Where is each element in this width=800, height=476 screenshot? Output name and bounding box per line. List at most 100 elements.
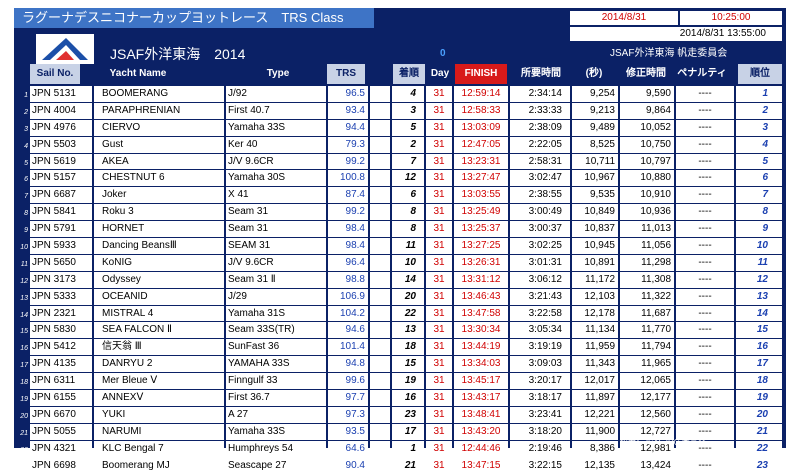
cell-yacht-name: NARUMI: [94, 423, 224, 440]
table-row: 6 JPN 5157 CHESTNUT 6 Yamaha 30S 100.8 12 31 13…: [24, 170, 782, 187]
cell-type: Seam 31: [226, 204, 326, 221]
row-number: 22: [20, 446, 28, 454]
cell-type: Yamaha 31S: [226, 305, 326, 322]
cell-seconds: 10,967: [572, 170, 618, 187]
cell-finish: 13:25:37: [454, 221, 508, 238]
cell-spacer: [370, 170, 390, 187]
cell-arrival-order: 20: [392, 288, 424, 305]
row-number: 18: [20, 379, 28, 387]
cell-type: Seam 33S(TR): [226, 322, 326, 339]
table-row: 19 JPN 6155 ANNEXⅤ First 36.7 97.7 16 31 13:43:…: [20, 390, 782, 406]
cell-finish: 13:46:43: [454, 288, 508, 305]
cell-trs: 79.3: [328, 136, 368, 153]
cell-elapsed: 3:18:20: [510, 423, 570, 440]
cell-day: 31: [426, 86, 452, 102]
cell-seconds: 12,103: [572, 288, 618, 305]
column-sail-no: Sail No.: [30, 64, 80, 84]
cell-rank: 23: [736, 457, 782, 474]
cell-arrival-order: 7: [392, 153, 424, 170]
cell-yacht-name: Odyssey: [94, 271, 224, 288]
cell-yacht-name: KLC Bengal 7: [94, 440, 224, 457]
column-trs: TRS: [327, 64, 365, 84]
cell-seconds: 8,386: [572, 440, 618, 457]
cell-trs: 98.4: [328, 221, 368, 238]
cell-day: 31: [426, 305, 452, 322]
cell-finish: 13:48:41: [454, 406, 508, 423]
cell-corrected: 10,880: [620, 170, 674, 187]
cell-type: A 27: [226, 406, 326, 423]
cell-type: J/V 9.6CR: [226, 153, 326, 170]
cell-penalty: ----: [676, 457, 734, 474]
results-table: 1 JPN 5131 BOOMERANG J/92 96.5 4 31 12:59:14 2:3…: [20, 86, 782, 474]
cell-seconds: 10,945: [572, 238, 618, 254]
column-day: Day: [430, 68, 450, 79]
cell-sail-no: JPN 5791: [30, 221, 92, 238]
cell-yacht-name: Dancing BeansⅢ: [94, 238, 224, 254]
column-rank: 順位: [738, 64, 782, 84]
cell-day: 31: [426, 356, 452, 373]
cell-finish: 13:23:31: [454, 153, 508, 170]
cell-penalty: ----: [676, 305, 734, 322]
cell-type: Seam 31: [226, 221, 326, 238]
cell-penalty: ----: [676, 406, 734, 423]
cell-yacht-name: SEA FALCON Ⅱ: [94, 322, 224, 339]
row-number: 17: [20, 362, 28, 370]
cell-trs: 100.8: [328, 170, 368, 187]
cell-corrected: 11,794: [620, 339, 674, 356]
cell-yacht-name: Joker: [94, 187, 224, 204]
cell-type: First 36.7: [226, 390, 326, 406]
cell-yacht-name: Boomerang MJ: [94, 457, 224, 474]
cell-sail-no: JPN 4321: [30, 440, 92, 457]
cell-arrival-order: 10: [392, 254, 424, 271]
cell-arrival-order: 22: [392, 305, 424, 322]
cell-trs: 98.4: [328, 238, 368, 254]
row-number: 15: [20, 328, 28, 336]
row-number: 13: [20, 294, 28, 302]
cell-arrival-order: 6: [392, 187, 424, 204]
counter-value: 0: [440, 48, 446, 59]
cell-elapsed: 3:02:25: [510, 238, 570, 254]
sail-logo-icon: [36, 34, 94, 64]
cell-spacer: [370, 390, 390, 406]
event-title: JSAF外洋東海 2014: [110, 46, 246, 62]
cell-spacer: [370, 305, 390, 322]
cell-spacer: [370, 187, 390, 204]
cell-penalty: ----: [676, 322, 734, 339]
cell-finish: 13:43:17: [454, 390, 508, 406]
cell-elapsed: 2:58:31: [510, 153, 570, 170]
cell-type: X 41: [226, 187, 326, 204]
cell-corrected: 10,936: [620, 204, 674, 221]
row-number: 14: [20, 311, 28, 319]
row-number: 21: [20, 429, 28, 437]
cell-rank: 7: [736, 187, 782, 204]
cell-finish: 13:45:17: [454, 373, 508, 390]
cell-trs: 64.6: [328, 440, 368, 457]
cell-day: 31: [426, 153, 452, 170]
cell-finish: 13:47:15: [454, 457, 508, 474]
table-row: 17 JPN 4135 DANRYU 2 YAMAHA 33S 94.8 15 31 13:3…: [20, 356, 782, 373]
cell-penalty: ----: [676, 153, 734, 170]
cell-spacer: [370, 322, 390, 339]
cell-rank: 4: [736, 136, 782, 153]
cell-type: Seascape 27: [226, 457, 326, 474]
cell-seconds: 11,959: [572, 339, 618, 356]
table-row: 13 JPN 5333 OCEANID J/29 106.9 20 31 13:46:43 3:…: [20, 288, 782, 305]
column-arrival-order: 着順: [393, 64, 425, 84]
cell-elapsed: 3:20:17: [510, 373, 570, 390]
cell-elapsed: 2:38:55: [510, 187, 570, 204]
cell-trs: 96.5: [328, 86, 368, 102]
cell-penalty: ----: [676, 170, 734, 187]
row-number: 1: [24, 92, 28, 99]
table-row: 23 JPN 6698 Boomerang MJ Seascape 27 90.4 21 3…: [20, 457, 782, 474]
cell-penalty: ----: [676, 356, 734, 373]
row-number: 7: [24, 193, 28, 201]
cell-trs: 97.7: [328, 390, 368, 406]
cell-elapsed: 3:02:47: [510, 170, 570, 187]
cell-sail-no: JPN 5157: [30, 170, 92, 187]
cell-spacer: [370, 119, 390, 136]
cell-spacer: [370, 373, 390, 390]
cell-sail-no: JPN 5412: [30, 339, 92, 356]
cell-corrected: 10,052: [620, 119, 674, 136]
row-number: 11: [20, 260, 28, 268]
cell-elapsed: 3:22:58: [510, 305, 570, 322]
